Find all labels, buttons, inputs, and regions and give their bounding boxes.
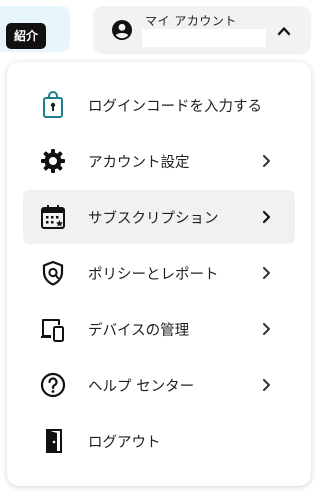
menu-item-manage-devices[interactable]: デバイスの管理: [23, 302, 295, 356]
account-menu: ログインコードを入力する アカウント設定 サブスクリプション ポリシーとレポート…: [7, 62, 311, 486]
menu-item-label: ログインコードを入力する: [88, 99, 262, 115]
menu-item-label: ポリシーとレポート: [88, 267, 219, 283]
menu-item-label: デバイスの管理: [88, 323, 190, 339]
help-icon: [39, 371, 67, 399]
account-name-redacted: [142, 29, 266, 47]
chevron-right-icon: [259, 321, 273, 337]
menu-item-login-code[interactable]: ログインコードを入力する: [23, 78, 295, 132]
chevron-right-icon: [259, 209, 273, 225]
chevron-right-icon: [259, 377, 273, 393]
menu-item-label: サブスクリプション: [88, 211, 219, 227]
menu-item-account-settings[interactable]: アカウント設定: [23, 134, 295, 188]
menu-item-subscription[interactable]: サブスクリプション: [23, 190, 295, 244]
chevron-up-icon[interactable]: [276, 23, 292, 39]
chevron-right-icon: [259, 265, 273, 281]
menu-item-label: アカウント設定: [88, 155, 190, 171]
menu-item-label: ログアウト: [88, 435, 161, 451]
top-bar: 紹介 マイ アカウント: [0, 0, 322, 60]
login-code-icon: [39, 91, 67, 119]
account-circle-icon: [111, 19, 133, 41]
menu-item-help-center[interactable]: ヘルプ センター: [23, 358, 295, 412]
menu-item-policies-reports[interactable]: ポリシーとレポート: [23, 246, 295, 300]
policy-shield-icon: [39, 259, 67, 287]
subscription-calendar-icon: [39, 203, 67, 231]
promo-area: 紹介: [0, 6, 70, 52]
my-account-button[interactable]: マイ アカウント: [93, 6, 311, 54]
logout-door-icon: [39, 427, 67, 455]
devices-icon: [39, 315, 67, 343]
menu-item-label: ヘルプ センター: [88, 379, 195, 395]
account-label: マイ アカウント: [145, 14, 237, 28]
referral-badge[interactable]: 紹介: [6, 23, 47, 49]
gear-icon: [39, 147, 67, 175]
menu-item-logout[interactable]: ログアウト: [23, 414, 295, 468]
chevron-right-icon: [259, 153, 273, 169]
